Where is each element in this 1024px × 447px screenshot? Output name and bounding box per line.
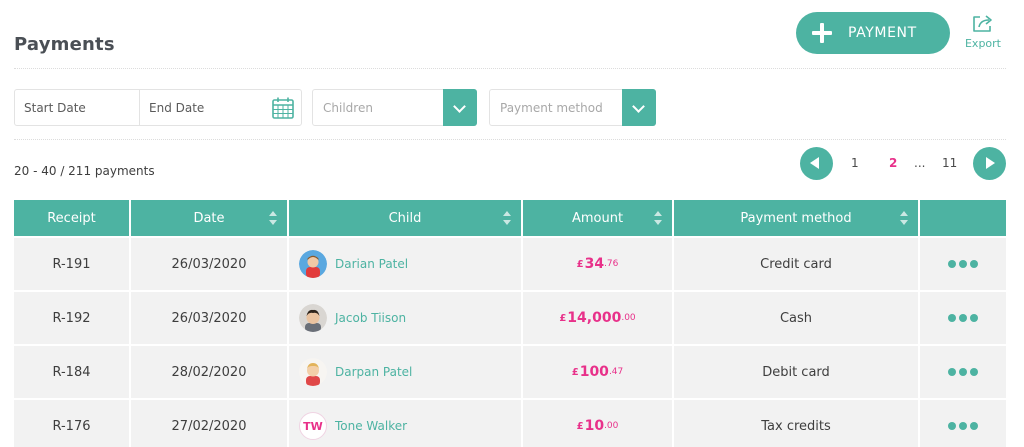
column-header-child[interactable]: Child bbox=[289, 200, 521, 236]
payments-table: Receipt Date Child Amount Payment method… bbox=[14, 200, 1006, 447]
child-cell: Darpan Patel bbox=[289, 346, 521, 398]
sort-icon[interactable] bbox=[503, 211, 511, 225]
child-name-link[interactable]: Darian Patel bbox=[335, 257, 408, 271]
receipt-cell: R-176 bbox=[14, 400, 129, 447]
date-cell: 26/03/2020 bbox=[131, 238, 287, 290]
payment-method-cell: Debit card bbox=[674, 346, 918, 398]
table-row[interactable]: R-184 28/02/2020 Darpan Patel £100.47 De… bbox=[14, 346, 1006, 398]
date-cell: 27/02/2020 bbox=[131, 400, 287, 447]
add-payment-button[interactable]: PAYMENT bbox=[796, 12, 950, 54]
amount-major: 34 bbox=[584, 256, 605, 272]
sort-icon[interactable] bbox=[900, 211, 908, 225]
payment-count: 20 - 40 / 211 payments bbox=[14, 164, 155, 178]
plus-icon bbox=[812, 23, 832, 43]
page-1[interactable]: 1 bbox=[851, 156, 859, 170]
amount-minor: .00 bbox=[604, 421, 619, 431]
column-label: Date bbox=[193, 210, 225, 226]
table-row[interactable]: R-176 27/02/2020 TW Tone Walker £10.00 T… bbox=[14, 400, 1006, 447]
calendar-icon[interactable] bbox=[271, 96, 295, 120]
prev-page-icon[interactable] bbox=[800, 147, 833, 180]
date-divider bbox=[139, 90, 140, 125]
column-label: Payment method bbox=[740, 210, 852, 226]
child-cell: Jacob Tiison bbox=[289, 292, 521, 344]
table-row[interactable]: R-192 26/03/2020 Jacob Tiison £14,000.00… bbox=[14, 292, 1006, 344]
currency-symbol: £ bbox=[571, 366, 579, 378]
actions-cell bbox=[920, 346, 1006, 398]
children-select[interactable]: Children bbox=[312, 89, 477, 126]
amount-major: 14,000 bbox=[567, 310, 622, 326]
column-label: Child bbox=[388, 210, 422, 226]
start-date-input[interactable]: Start Date bbox=[24, 101, 86, 115]
actions-cell bbox=[920, 238, 1006, 290]
column-label: Receipt bbox=[47, 210, 96, 226]
amount-major: 10 bbox=[584, 418, 605, 434]
export-button[interactable]: Export bbox=[960, 14, 1006, 50]
receipt-cell: R-192 bbox=[14, 292, 129, 344]
column-header-date[interactable]: Date bbox=[131, 200, 287, 236]
column-label: Amount bbox=[571, 210, 624, 226]
table-row[interactable]: R-191 26/03/2020 Darian Patel £34.76 Cre… bbox=[14, 238, 1006, 290]
child-name-link[interactable]: Darpan Patel bbox=[335, 365, 412, 379]
date-range-filter[interactable]: Start Date End Date bbox=[14, 89, 302, 126]
receipt-cell: R-191 bbox=[14, 238, 129, 290]
payment-method-cell: Tax credits bbox=[674, 400, 918, 447]
receipt-cell: R-184 bbox=[14, 346, 129, 398]
more-dots-icon[interactable] bbox=[948, 368, 978, 376]
end-date-input[interactable]: End Date bbox=[149, 101, 204, 115]
divider bbox=[14, 68, 1006, 69]
page-ellipsis: ... bbox=[914, 156, 926, 170]
currency-symbol: £ bbox=[576, 420, 584, 432]
column-header-receipt[interactable]: Receipt bbox=[14, 200, 129, 236]
page-title: Payments bbox=[14, 34, 115, 55]
avatar bbox=[299, 358, 327, 386]
child-name-link[interactable]: Jacob Tiison bbox=[335, 311, 406, 325]
child-name-link[interactable]: Tone Walker bbox=[335, 419, 407, 433]
page-2[interactable]: 2 bbox=[889, 156, 897, 170]
table-header: Receipt Date Child Amount Payment method bbox=[14, 200, 1006, 236]
share-icon bbox=[973, 15, 992, 32]
chevron-down-icon[interactable] bbox=[443, 89, 477, 126]
payment-method-cell: Cash bbox=[674, 292, 918, 344]
amount-major: 100 bbox=[579, 364, 609, 380]
actions-cell bbox=[920, 292, 1006, 344]
amount-minor: .00 bbox=[621, 313, 636, 323]
children-placeholder: Children bbox=[323, 101, 373, 115]
payment-method-placeholder: Payment method bbox=[500, 101, 603, 115]
pagination: 1 2 ... 11 bbox=[800, 147, 1006, 180]
sort-icon[interactable] bbox=[269, 211, 277, 225]
child-cell: TW Tone Walker bbox=[289, 400, 521, 447]
add-payment-label: PAYMENT bbox=[848, 25, 917, 41]
currency-symbol: £ bbox=[559, 312, 567, 324]
amount-cell: £14,000.00 bbox=[523, 292, 672, 344]
amount-minor: .76 bbox=[604, 259, 619, 269]
amount-cell: £34.76 bbox=[523, 238, 672, 290]
avatar bbox=[299, 304, 327, 332]
amount-minor: .47 bbox=[608, 367, 624, 377]
date-cell: 26/03/2020 bbox=[131, 292, 287, 344]
amount-cell: £10.00 bbox=[523, 400, 672, 447]
actions-cell bbox=[920, 400, 1006, 447]
child-cell: Darian Patel bbox=[289, 238, 521, 290]
column-header-amount[interactable]: Amount bbox=[523, 200, 672, 236]
column-header-payment-method[interactable]: Payment method bbox=[674, 200, 918, 236]
payment-method-cell: Credit card bbox=[674, 238, 918, 290]
more-dots-icon[interactable] bbox=[948, 422, 978, 430]
next-page-icon[interactable] bbox=[973, 147, 1006, 180]
divider bbox=[14, 139, 1006, 140]
amount-cell: £100.47 bbox=[523, 346, 672, 398]
sort-icon[interactable] bbox=[654, 211, 662, 225]
page-11[interactable]: 11 bbox=[942, 156, 957, 170]
column-header-actions bbox=[920, 200, 1006, 236]
currency-symbol: £ bbox=[576, 258, 584, 270]
payment-method-select[interactable]: Payment method bbox=[489, 89, 656, 126]
avatar bbox=[299, 250, 327, 278]
avatar-initials: TW bbox=[299, 412, 327, 440]
chevron-down-icon[interactable] bbox=[622, 89, 656, 126]
more-dots-icon[interactable] bbox=[948, 314, 978, 322]
more-dots-icon[interactable] bbox=[948, 260, 978, 268]
date-cell: 28/02/2020 bbox=[131, 346, 287, 398]
export-label: Export bbox=[964, 37, 1001, 50]
